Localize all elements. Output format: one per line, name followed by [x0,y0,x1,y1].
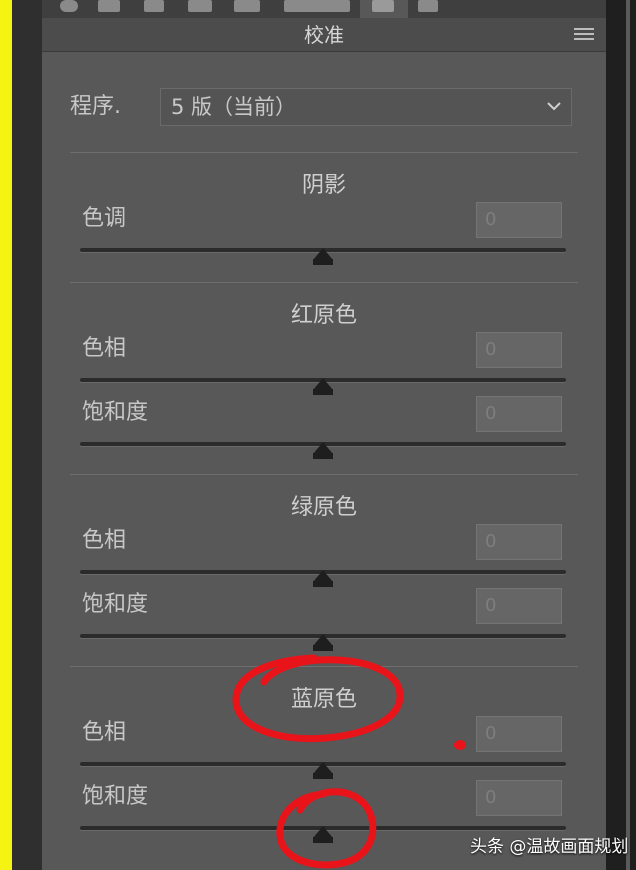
slider-label: 色相 [82,528,127,553]
slider-label: 色调 [82,206,127,231]
yellow-highlight-bar [0,0,12,870]
section-title: 绿原色 [290,495,357,520]
slider-label: 色相 [82,336,127,361]
watermark: 头条 @温故画面规划 [470,837,629,857]
section-title: 阴影 [301,173,346,198]
calibration-tab[interactable] [360,0,408,18]
panel-menu-icon[interactable] [574,28,594,42]
camera-icon[interactable] [418,0,438,12]
slider-value-field[interactable]: 0 [476,396,562,432]
slider-label: 饱和度 [82,784,149,809]
panel-header: 校准 [42,18,606,52]
fx-icon[interactable] [284,0,350,12]
process-label: 程序. [70,94,121,119]
slider-value-field[interactable]: 0 [476,524,562,560]
section-divider [70,152,578,153]
chevron-down-icon [547,102,561,111]
slider-label: 饱和度 [82,400,149,425]
slider-thumb-base [313,259,333,265]
slider-value-field[interactable]: 0 [476,716,562,752]
square-filled-icon[interactable] [234,0,260,12]
panel-title: 校准 [304,23,344,47]
square-icon[interactable] [188,0,212,12]
panel-tab-bar [42,0,606,18]
slider-value-field[interactable]: 0 [476,588,562,624]
slider-thumb-base [313,773,333,779]
section-divider [70,666,578,667]
left-toolbar-strip [12,0,42,870]
process-dropdown[interactable]: 5 版（当前） [160,88,572,126]
process-value: 5 版（当前） [171,95,297,119]
section-title: 蓝原色 [290,687,357,712]
calibration-icon [372,0,394,12]
slider-value-field[interactable]: 0 [476,332,562,368]
circle-icon[interactable] [60,0,78,12]
grid-icon[interactable] [98,0,120,12]
calibration-panel: 校准 程序. 5 版（当前） 阴影 色调 0 红原色 色相 0 饱和度 0 绿原色 色相 0 饱和度 0… [42,0,606,870]
slider-value-field[interactable]: 0 [476,780,562,816]
slider-thumb-base [313,645,333,651]
slider-thumb-base [313,453,333,459]
panel-scroll-edge [626,0,630,870]
screenshot-stage: 校准 程序. 5 版（当前） 阴影 色调 0 红原色 色相 0 饱和度 0 绿原色 色相 0 饱和度 0… [0,0,636,870]
slider-value-field[interactable]: 0 [476,202,562,238]
section-title: 红原色 [290,303,357,328]
slider-label: 色相 [82,720,127,745]
slider-thumb-base [313,837,333,843]
mountain-icon[interactable] [144,0,164,12]
right-panel-edge [606,0,636,870]
slider-label: 饱和度 [82,592,149,617]
slider-thumb-base [313,581,333,587]
slider-thumb-base [313,389,333,395]
section-divider [70,282,578,283]
section-divider [70,474,578,475]
